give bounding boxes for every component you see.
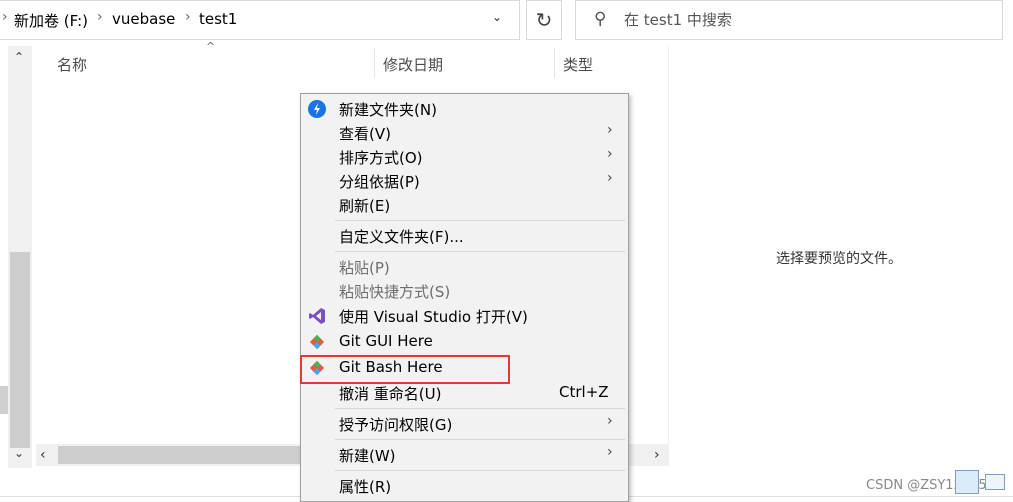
menu-separator [335, 470, 625, 471]
menu-separator [335, 439, 625, 440]
submenu-arrow-icon: › [607, 122, 613, 138]
menu-item-sort-by[interactable]: 排序方式(O) › [301, 145, 628, 169]
refresh-button[interactable]: ↻ [526, 0, 562, 40]
menu-item-label: 新建文件夹(N) [339, 101, 437, 119]
scroll-left-icon[interactable]: ‹ [40, 447, 46, 463]
menu-item-label: 新建(W) [339, 447, 396, 465]
menu-item-view[interactable]: 查看(V) › [301, 121, 628, 145]
search-input[interactable] [624, 11, 984, 29]
search-icon: ⚲ [594, 9, 607, 29]
breadcrumb-drive[interactable]: 新加卷 (F:) [14, 10, 88, 31]
menu-item-label: 撤消 重命名(U) [339, 385, 442, 403]
horizontal-scrollbar-thumb[interactable] [58, 446, 318, 464]
scroll-down-icon[interactable]: ⌄ [14, 446, 24, 460]
menu-item-label: 属性(R) [339, 478, 392, 496]
column-header-type[interactable]: 类型 [563, 54, 593, 75]
highlight-box [300, 355, 510, 384]
preview-message: 选择要预览的文件。 [776, 251, 902, 267]
details-view-icon[interactable] [955, 470, 979, 494]
submenu-arrow-icon: › [607, 170, 613, 186]
submenu-arrow-icon: › [607, 146, 613, 162]
menu-item-label: 授予访问权限(G) [339, 416, 453, 434]
preview-pane-divider[interactable] [668, 46, 669, 466]
menu-item-label: Git GUI Here [339, 332, 433, 350]
breadcrumb-test1[interactable]: test1 [199, 10, 237, 28]
menu-item-label: 分组依据(P) [339, 173, 420, 191]
menu-item-label: 粘贴快捷方式(S) [339, 283, 451, 301]
menu-item-label: 排序方式(O) [339, 149, 423, 167]
scroll-right-icon[interactable]: › [654, 447, 660, 463]
menu-item-undo-rename[interactable]: 撤消 重命名(U) Ctrl+Z [301, 381, 628, 405]
menu-item-label: 粘贴(P) [339, 259, 390, 277]
menu-separator [335, 251, 625, 252]
context-menu: 新建文件夹(N) 查看(V) › 排序方式(O) › 分组依据(P) › 刷新(… [300, 93, 629, 502]
column-divider[interactable] [554, 48, 555, 78]
search-box[interactable]: ⚲ [575, 0, 1003, 40]
chevron-right-icon: › [2, 9, 8, 25]
menu-item-refresh[interactable]: 刷新(E) [301, 193, 628, 217]
menu-item-label: 刷新(E) [339, 197, 391, 215]
menu-item-git-gui[interactable]: Git GUI Here [301, 330, 628, 354]
large-icons-view-icon[interactable] [985, 474, 1005, 490]
menu-item-label: 使用 Visual Studio 打开(V) [339, 308, 528, 326]
visual-studio-icon [309, 308, 325, 324]
submenu-arrow-icon: › [607, 413, 613, 429]
menu-item-label: 自定义文件夹(F)... [339, 228, 464, 246]
refresh-icon: ↻ [535, 8, 553, 32]
menu-item-paste[interactable]: 粘贴(P) [301, 255, 628, 279]
menu-item-new-folder[interactable]: 新建文件夹(N) [301, 97, 628, 121]
sort-ascending-icon: ^ [206, 40, 216, 53]
menu-separator [335, 408, 625, 409]
menu-item-label: 查看(V) [339, 125, 391, 143]
menu-item-paste-shortcut[interactable]: 粘贴快捷方式(S) [301, 279, 628, 303]
menu-item-properties[interactable]: 属性(R) [301, 474, 628, 498]
column-header-name[interactable]: 名称 [57, 54, 87, 75]
menu-separator [335, 220, 625, 221]
menu-item-give-access[interactable]: 授予访问权限(G) › [301, 412, 628, 436]
column-divider[interactable] [374, 48, 375, 78]
menu-item-shortcut: Ctrl+Z [559, 383, 609, 401]
shield-icon [308, 100, 326, 118]
git-icon [309, 334, 325, 350]
submenu-arrow-icon: › [607, 444, 613, 460]
menu-item-group-by[interactable]: 分组依据(P) › [301, 169, 628, 193]
chevron-right-icon[interactable]: › [97, 9, 103, 25]
menu-item-customize-folder[interactable]: 自定义文件夹(F)... [301, 224, 628, 248]
menu-item-new[interactable]: 新建(W) › [301, 443, 628, 467]
vertical-scrollbar-thumb[interactable] [10, 252, 30, 448]
breadcrumb-vuebase[interactable]: vuebase [112, 10, 175, 28]
column-header-date[interactable]: 修改日期 [383, 54, 443, 75]
scroll-up-icon[interactable]: ⌃ [14, 50, 24, 64]
chevron-down-icon[interactable]: ⌄ [492, 10, 502, 24]
menu-item-open-visual-studio[interactable]: 使用 Visual Studio 打开(V) [301, 304, 628, 328]
nav-pane-edge [0, 386, 8, 414]
chevron-right-icon[interactable]: › [185, 9, 191, 25]
